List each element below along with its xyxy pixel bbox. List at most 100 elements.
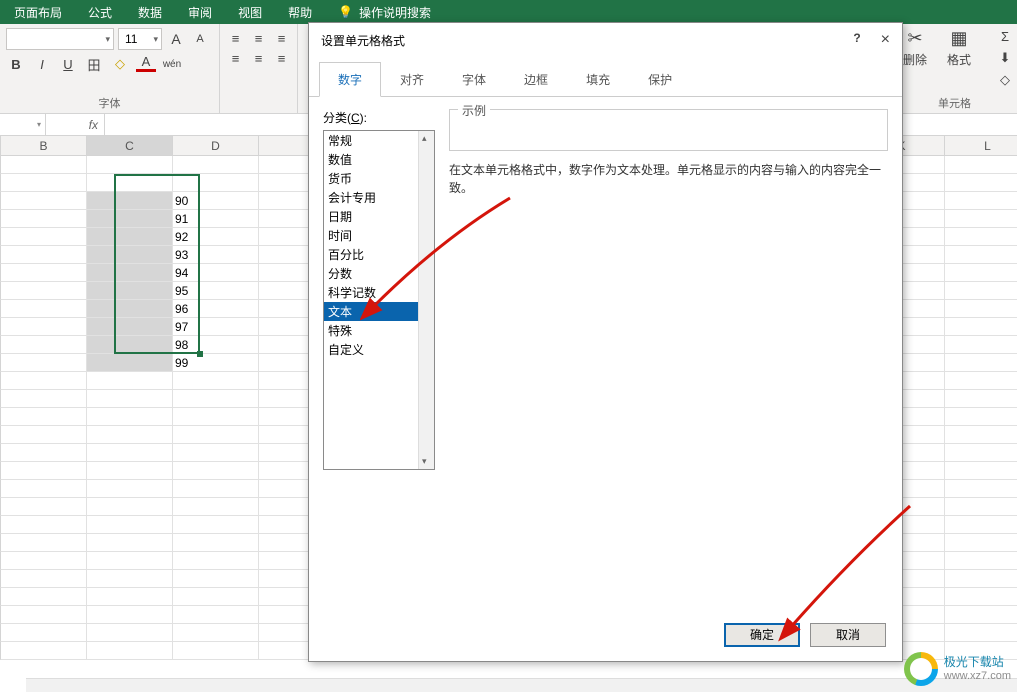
cell[interactable] [1,570,87,588]
cell[interactable] [1,516,87,534]
cell[interactable] [945,588,1017,606]
fill-icon[interactable]: ⬇ [995,48,1015,68]
align-center-icon[interactable]: ≡ [249,48,268,68]
cell[interactable] [945,156,1017,174]
cell[interactable] [1,246,87,264]
fill-color-button[interactable]: ◇ [110,54,130,74]
cell[interactable] [173,426,259,444]
cell[interactable] [1,210,87,228]
cell[interactable] [1,228,87,246]
tab-number[interactable]: 数字 [319,62,381,97]
col-header-L[interactable]: L [945,136,1017,155]
cell[interactable] [87,498,173,516]
cell[interactable] [1,282,87,300]
cell[interactable] [945,282,1017,300]
cell[interactable] [1,642,87,660]
cell[interactable] [945,498,1017,516]
align-middle-icon[interactable]: ≡ [249,28,268,48]
cell[interactable] [1,426,87,444]
cell[interactable] [1,444,87,462]
bold-button[interactable]: B [6,54,26,74]
cell[interactable] [1,174,87,192]
col-header-C[interactable]: C [87,136,173,155]
cell[interactable] [945,228,1017,246]
cell[interactable] [173,372,259,390]
cell[interactable] [87,624,173,642]
cell[interactable] [945,426,1017,444]
cell[interactable] [945,552,1017,570]
cell[interactable] [173,606,259,624]
cell[interactable] [87,228,173,246]
cell[interactable] [1,300,87,318]
cell[interactable] [173,570,259,588]
cell[interactable] [945,174,1017,192]
cell[interactable] [945,318,1017,336]
cell[interactable] [1,624,87,642]
cell[interactable] [1,588,87,606]
cell[interactable] [173,408,259,426]
cell[interactable] [1,336,87,354]
cell[interactable] [173,174,259,192]
cell[interactable] [1,354,87,372]
cell[interactable] [87,282,173,300]
fx-label[interactable]: fx [46,118,104,132]
cell[interactable] [1,156,87,174]
cell[interactable] [1,408,87,426]
cell[interactable] [87,516,173,534]
cell[interactable] [87,606,173,624]
cell[interactable] [173,642,259,660]
decrease-font-icon[interactable]: A [190,29,210,49]
cell[interactable] [173,480,259,498]
tab-review[interactable]: 审阅 [188,4,212,21]
listbox-scrollbar[interactable] [418,131,434,469]
font-family-select[interactable] [6,28,114,50]
cell[interactable] [87,318,173,336]
cell[interactable]: 95 [173,282,259,300]
cell[interactable]: 99 [173,354,259,372]
cell[interactable] [1,498,87,516]
cell[interactable] [1,552,87,570]
category-listbox[interactable]: 常规数值货币会计专用日期时间百分比分数科学记数文本特殊自定义 [323,130,435,470]
cell[interactable] [945,372,1017,390]
cell[interactable] [945,606,1017,624]
cell[interactable] [87,246,173,264]
cell[interactable] [1,606,87,624]
cell[interactable] [1,462,87,480]
cell[interactable]: 94 [173,264,259,282]
tab-data[interactable]: 数据 [138,4,162,21]
cell[interactable] [87,336,173,354]
cell[interactable] [945,516,1017,534]
close-button[interactable]: × [881,31,890,49]
font-size-select[interactable]: 11 [118,28,162,50]
cell[interactable] [1,372,87,390]
cell[interactable] [87,372,173,390]
cell[interactable] [87,534,173,552]
underline-button[interactable]: U [58,54,78,74]
cell[interactable] [173,624,259,642]
cell[interactable]: 90 [173,192,259,210]
align-top-icon[interactable]: ≡ [226,28,245,48]
cell[interactable] [1,192,87,210]
ruby-button[interactable]: wén [162,54,182,74]
horizontal-scrollbar[interactable] [26,678,1017,692]
cell[interactable] [945,480,1017,498]
tab-alignment[interactable]: 对齐 [381,62,443,97]
cell[interactable]: 98 [173,336,259,354]
col-header-B[interactable]: B [1,136,87,155]
cell[interactable] [945,390,1017,408]
cell[interactable]: 93 [173,246,259,264]
cell[interactable] [945,534,1017,552]
cell[interactable] [945,246,1017,264]
cell[interactable] [173,462,259,480]
cell[interactable] [173,588,259,606]
col-header-D[interactable]: D [173,136,259,155]
cell[interactable] [1,534,87,552]
cell[interactable] [173,552,259,570]
increase-font-icon[interactable]: A [166,29,186,49]
cell[interactable] [87,570,173,588]
name-box[interactable] [0,114,46,135]
tab-border[interactable]: 边框 [505,62,567,97]
cell[interactable] [87,210,173,228]
cell[interactable] [87,408,173,426]
cell[interactable]: 91 [173,210,259,228]
